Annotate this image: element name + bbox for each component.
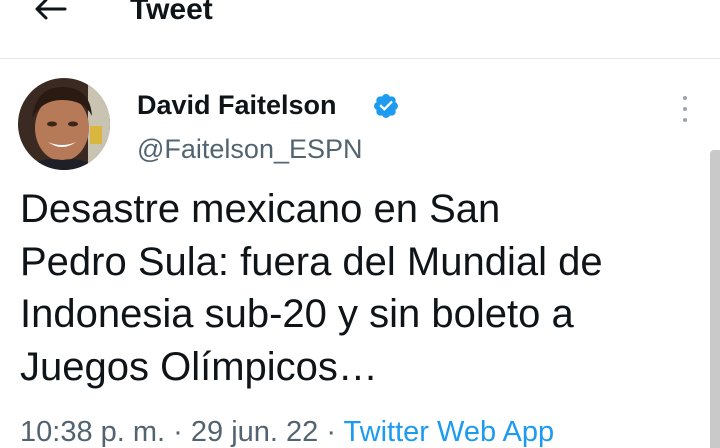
more-vertical-icon-dot: [683, 107, 687, 111]
page-title: Tweet: [130, 0, 213, 26]
meta-separator: ·: [318, 416, 344, 448]
scrollbar[interactable]: [710, 150, 720, 448]
author-name[interactable]: David Faitelson: [137, 88, 337, 122]
tweet-date[interactable]: 29 jun. 22: [191, 416, 318, 448]
avatar-image: [18, 78, 110, 170]
tweet-metadata: 10:38 p. m. · 29 jun. 22 · Twitter Web A…: [20, 412, 554, 448]
tweet-text-line: Pedro Sula: fuera del Mundial de: [20, 239, 603, 284]
back-button[interactable]: [30, 0, 70, 24]
back-arrow-icon: [35, 0, 67, 20]
verified-badge-icon: [374, 94, 398, 118]
tweet-time[interactable]: 10:38 p. m.: [20, 416, 165, 448]
top-bar: Tweet: [0, 0, 720, 59]
more-vertical-icon-dot: [683, 118, 687, 122]
tweet-text-line: Desastre mexicano en San: [20, 187, 501, 231]
more-vertical-icon: [683, 96, 687, 100]
tweet-text-line: Juegos Olímpicos…: [20, 344, 378, 389]
avatar[interactable]: [18, 78, 110, 170]
more-options-button[interactable]: [676, 96, 694, 122]
author-handle[interactable]: @Faitelson_ESPN: [137, 132, 363, 166]
tweet-text-line: Indonesia sub-20 y sin boleto a: [20, 292, 574, 336]
tweet-detail-page: Tweet David Faitelson @Faitelson_ESPN De…: [0, 0, 720, 448]
meta-separator: ·: [165, 416, 191, 448]
tweet-source-link[interactable]: Twitter Web App: [344, 416, 555, 448]
tweet-text: Desastre mexicano en San Pedro Sula: fue…: [20, 183, 700, 393]
